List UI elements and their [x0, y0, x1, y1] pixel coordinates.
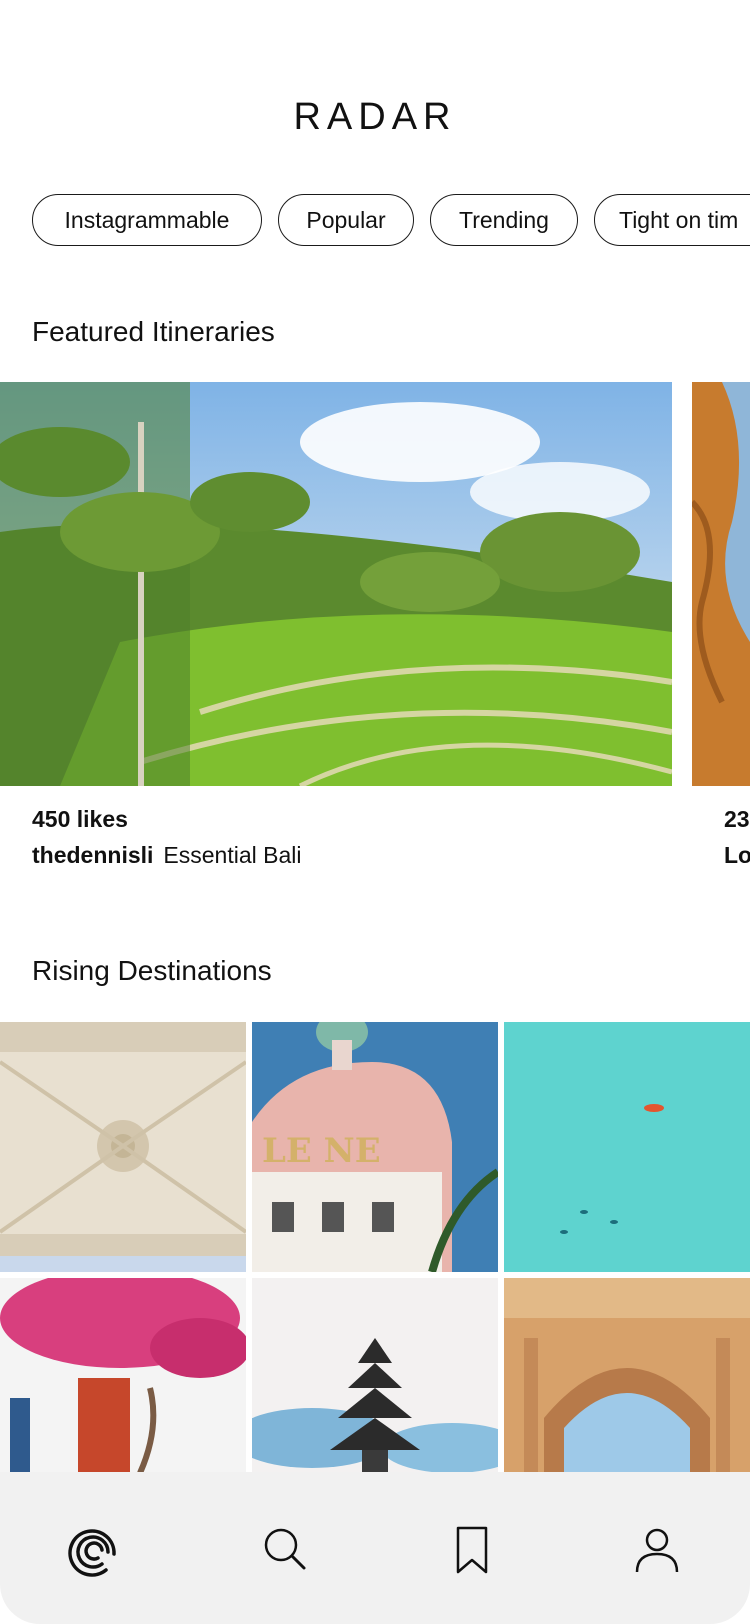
- app-logo: RADAR: [293, 96, 457, 138]
- featured-itineraries-title: Featured Itineraries: [32, 316, 275, 347]
- itinerary-card-image-next[interactable]: [692, 382, 750, 786]
- itinerary-meta-next: Lo: [724, 842, 750, 869]
- destination-tile-negresco[interactable]: LE NE: [252, 1022, 498, 1272]
- bookmark-icon[interactable]: [440, 1518, 504, 1582]
- profile-icon[interactable]: [625, 1518, 689, 1582]
- radar-icon[interactable]: [62, 1518, 126, 1582]
- filter-chip-popular[interactable]: Popular: [278, 194, 414, 246]
- destination-tile-pagoda[interactable]: [252, 1278, 498, 1473]
- search-icon[interactable]: [254, 1518, 318, 1582]
- itinerary-card-image[interactable]: [0, 382, 672, 786]
- itinerary-author-next[interactable]: Lo: [724, 842, 750, 868]
- filter-chip-tight-on-time[interactable]: Tight on tim: [594, 194, 750, 246]
- itinerary-meta: thedennisli Essential Bali: [32, 842, 301, 869]
- itinerary-likes: 450 likes: [32, 806, 128, 832]
- destination-tile-turquoise-sea[interactable]: [504, 1022, 750, 1272]
- itinerary-title[interactable]: Essential Bali: [163, 842, 301, 868]
- destination-tile-bougainvillea-door[interactable]: [0, 1278, 246, 1473]
- rice-terrace-image: [0, 382, 672, 786]
- filter-chips: Instagrammable Popular Trending Tight on…: [32, 194, 750, 250]
- itinerary-likes-next: 23: [724, 806, 750, 832]
- itinerary-author[interactable]: thedennisli: [32, 842, 153, 868]
- destination-tile-arch-ceiling[interactable]: [0, 1022, 246, 1272]
- rising-destinations-title: Rising Destinations: [32, 955, 272, 986]
- destination-tile-triumphal-arch[interactable]: [504, 1278, 750, 1473]
- filter-chip-trending[interactable]: Trending: [430, 194, 578, 246]
- rock-formation-image: [692, 382, 750, 786]
- svg-text:LE NE: LE NE: [262, 1131, 381, 1171]
- filter-chip-instagrammable[interactable]: Instagrammable: [32, 194, 262, 246]
- bottom-tab-bar: [0, 1472, 750, 1624]
